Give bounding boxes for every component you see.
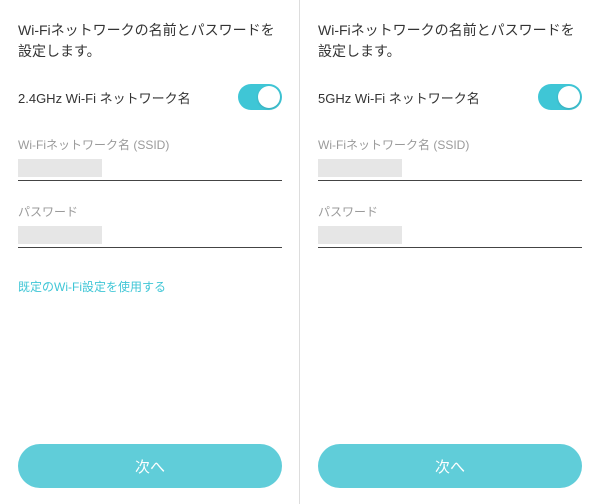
band-label: 2.4GHz Wi-Fi ネットワーク名: [18, 88, 191, 107]
password-value-masked: [18, 226, 102, 244]
password-field: パスワード: [318, 203, 582, 248]
toggle-knob: [558, 86, 580, 108]
wifi-toggle[interactable]: [538, 84, 582, 110]
next-button[interactable]: 次へ: [18, 444, 282, 488]
use-default-link[interactable]: 既定のWi-Fi設定を使用する: [18, 278, 166, 295]
ssid-value-masked: [18, 159, 102, 177]
next-button[interactable]: 次へ: [318, 444, 582, 488]
password-input[interactable]: [318, 226, 582, 248]
band-toggle-row: 2.4GHz Wi-Fi ネットワーク名: [18, 84, 282, 110]
ssid-input[interactable]: [318, 159, 582, 181]
ssid-label: Wi-Fiネットワーク名 (SSID): [318, 136, 582, 153]
password-field: パスワード: [18, 203, 282, 248]
ssid-value-masked: [318, 159, 402, 177]
ssid-input[interactable]: [18, 159, 282, 181]
wifi-toggle[interactable]: [238, 84, 282, 110]
password-input[interactable]: [18, 226, 282, 248]
password-label: パスワード: [18, 203, 282, 220]
toggle-knob: [258, 86, 280, 108]
page-title: Wi-Fiネットワークの名前とパスワードを設定します。: [318, 20, 582, 62]
ssid-field: Wi-Fiネットワーク名 (SSID): [318, 136, 582, 181]
band-toggle-row: 5GHz Wi-Fi ネットワーク名: [318, 84, 582, 110]
next-button-label: 次へ: [435, 456, 465, 477]
next-button-label: 次へ: [135, 456, 165, 477]
band-label: 5GHz Wi-Fi ネットワーク名: [318, 88, 480, 107]
pane-2-4ghz: Wi-Fiネットワークの名前とパスワードを設定します。 2.4GHz Wi-Fi…: [0, 0, 300, 504]
ssid-label: Wi-Fiネットワーク名 (SSID): [18, 136, 282, 153]
page-title: Wi-Fiネットワークの名前とパスワードを設定します。: [18, 20, 282, 62]
password-value-masked: [318, 226, 402, 244]
password-label: パスワード: [318, 203, 582, 220]
ssid-field: Wi-Fiネットワーク名 (SSID): [18, 136, 282, 181]
pane-5ghz: Wi-Fiネットワークの名前とパスワードを設定します。 5GHz Wi-Fi ネ…: [300, 0, 600, 504]
